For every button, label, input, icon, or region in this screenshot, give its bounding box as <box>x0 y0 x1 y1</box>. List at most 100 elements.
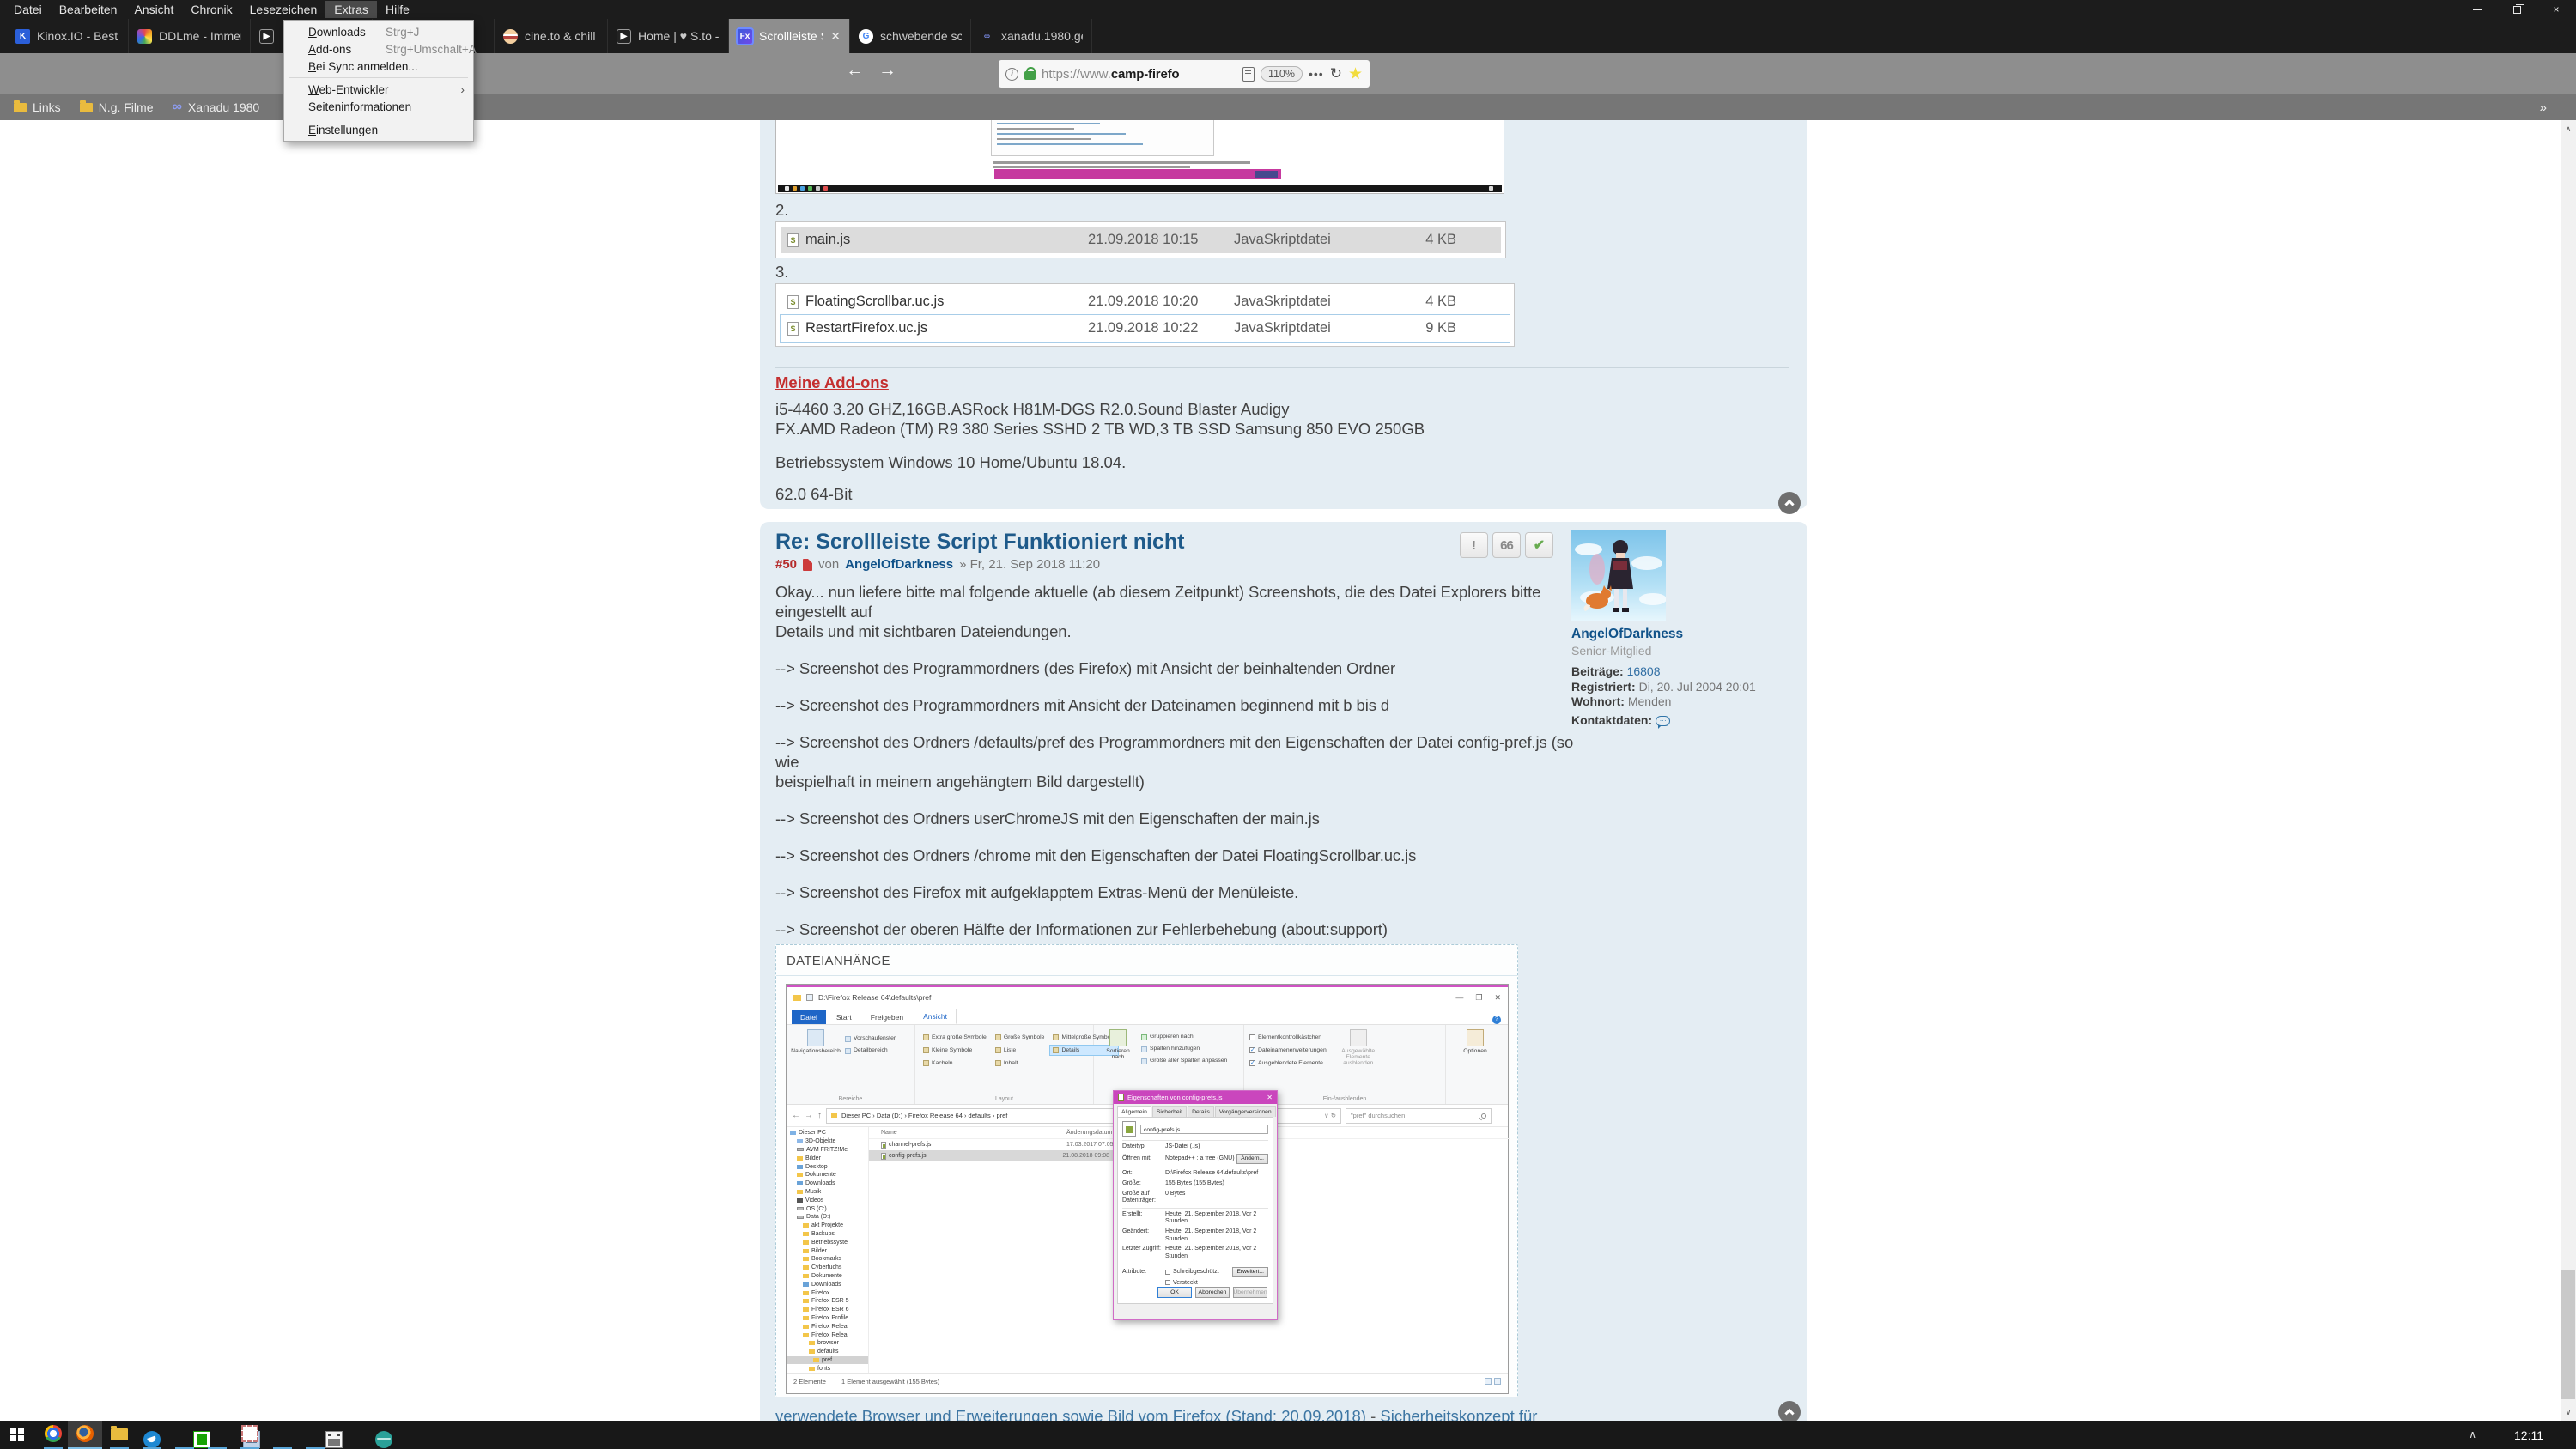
file-listing-image-scripts[interactable]: SFloatingScrollbar.uc.js 21.09.2018 10:2… <box>775 283 1515 347</box>
menu-ansicht[interactable]: Ansicht <box>125 1 182 18</box>
accept-post-button[interactable]: ✔ <box>1525 532 1553 558</box>
menu-datei[interactable]: Datei <box>5 1 51 18</box>
url-bar[interactable]: i https://www.camp-firefo 110% ••• ↻ ★ <box>999 60 1370 88</box>
view-toggle-icons[interactable] <box>1485 1378 1501 1385</box>
bookmarks-overflow-icon[interactable]: » <box>2540 100 2547 115</box>
stamp-app-taskbar-icon[interactable] <box>241 1425 258 1442</box>
restore-button[interactable] <box>2497 0 2537 19</box>
tab-kinox[interactable]: K Kinox.IO - Best O <box>7 19 129 53</box>
ok-button[interactable]: OK <box>1157 1287 1192 1298</box>
scrollbar-thumb[interactable] <box>2561 1270 2575 1399</box>
scroll-to-top-button[interactable] <box>1778 1401 1801 1421</box>
hidden-checkbox[interactable] <box>1165 1280 1170 1285</box>
checkbox-hidden-items[interactable]: ✓Ausgeblendete Elemente <box>1249 1058 1327 1068</box>
message-bubble-icon[interactable]: ··· <box>1656 716 1670 726</box>
page-scrollbar[interactable]: ∧ ∨ <box>2561 120 2576 1421</box>
report-post-button[interactable]: ! <box>1460 532 1488 558</box>
readonly-checkbox[interactable] <box>1165 1270 1170 1275</box>
avatar[interactable] <box>1571 530 1666 621</box>
reload-icon[interactable]: ↻ <box>1330 65 1342 82</box>
bookmark-ng-filme-folder[interactable]: N.g. Filme <box>80 100 154 114</box>
bookmark-xanadu[interactable]: ∞ Xanadu 1980 <box>172 100 259 115</box>
menu-lesezeichen[interactable]: Lesezeichen <box>241 1 326 18</box>
close-button[interactable]: × <box>2537 0 2576 19</box>
explorer-up-icon[interactable]: ↑ <box>817 1111 822 1120</box>
taskbar-clock[interactable]: 12:11 <box>2514 1428 2543 1442</box>
sort-by-button[interactable]: Sortieren nach <box>1099 1029 1137 1065</box>
menu-bearbeiten[interactable]: Bearbeiten <box>51 1 126 18</box>
scroll-to-top-button[interactable] <box>1778 492 1801 514</box>
dialog-tab-sicherheit[interactable]: Sicherheit <box>1152 1106 1187 1117</box>
reader-mode-icon[interactable] <box>1242 67 1255 82</box>
layout-option[interactable]: Große Symbole <box>993 1033 1048 1042</box>
ribbon-tab-datei[interactable]: Datei <box>792 1010 826 1024</box>
ribbon-tab-ansicht[interactable]: Ansicht <box>914 1009 957 1024</box>
libreoffice-taskbar-icon[interactable] <box>193 1431 210 1448</box>
dialog-filename-input[interactable]: config-prefs.js <box>1140 1125 1268 1134</box>
layout-option[interactable]: Liste <box>993 1046 1048 1055</box>
apply-button[interactable]: Übernehmen <box>1233 1287 1267 1298</box>
attachment-explorer-screenshot[interactable]: D:\Firefox Release 64\defaults\pref —❐✕ … <box>786 984 1509 1394</box>
menu-item-downloads[interactable]: Downloads Strg+J <box>284 23 473 40</box>
page-info-icon[interactable]: i <box>1005 68 1018 81</box>
quote-post-button[interactable]: 66 <box>1492 532 1521 558</box>
tab-cineto[interactable]: cine.to & chill <box>495 19 608 53</box>
tab-xanadu[interactable]: ∞ xanadu.1980.ge <box>971 19 1092 53</box>
photos-taskbar-icon[interactable] <box>325 1431 343 1448</box>
change-app-button[interactable]: Ändern... <box>1236 1154 1268 1165</box>
layout-option[interactable]: Kleine Symbole <box>920 1046 989 1055</box>
tab-schwebende[interactable]: G schwebende scr <box>850 19 971 53</box>
menu-item-addons[interactable]: Add-ons Strg+Umschalt+A <box>284 40 473 58</box>
tab-sto-home[interactable]: ▶ Home | ♥ S.to - <box>608 19 729 53</box>
menu-hilfe[interactable]: Hilfe <box>377 1 418 18</box>
menu-item-settings[interactable]: Einstellungen <box>284 121 473 138</box>
layout-option[interactable]: Kacheln <box>920 1058 989 1068</box>
menu-item-pageinfo[interactable]: Seiteninformationen <box>284 98 473 115</box>
attachment-image-screenshot[interactable] <box>775 120 1504 194</box>
explorer-nav-tree[interactable]: Dieser PC 3D-Objekte AVM FRITZ!Me Bilder… <box>787 1127 869 1373</box>
ribbon-tab-start[interactable]: Start <box>828 1010 860 1024</box>
chrome-taskbar-icon[interactable] <box>45 1425 62 1442</box>
group-by-button[interactable]: Gruppieren nach <box>1141 1033 1227 1041</box>
file-listing-image-mainjs[interactable]: Smain.js 21.09.2018 10:15 JavaSkriptdate… <box>775 221 1506 258</box>
explorer-help-icon[interactable]: ? <box>1492 1016 1501 1024</box>
minimize-button[interactable] <box>2458 0 2497 19</box>
profile-username-link[interactable]: AngelOfDarkness <box>1571 627 1799 642</box>
menu-extras[interactable]: Extras <box>325 1 377 18</box>
layout-option[interactable]: Inhalt <box>993 1058 1048 1068</box>
dialog-title-bar[interactable]: Eigenschaften von config-prefs.js ✕ <box>1114 1091 1277 1104</box>
scrollbar-down-icon[interactable]: ∨ <box>2561 1405 2576 1419</box>
tab-scrollleiste-active[interactable]: Fx Scrollleiste S ✕ <box>729 19 850 53</box>
refresh-icon[interactable]: ∨ ↻ <box>1324 1112 1336 1119</box>
menu-chronik[interactable]: Chronik <box>182 1 240 18</box>
dialog-tab-allgemein[interactable]: Allgemein <box>1117 1106 1151 1117</box>
start-button-icon[interactable] <box>10 1428 24 1441</box>
scrollbar-up-icon[interactable]: ∧ <box>2561 122 2576 136</box>
zoom-level-badge[interactable]: 110% <box>1261 66 1303 82</box>
add-columns-button[interactable]: Spalten hinzufügen <box>1141 1045 1227 1053</box>
ribbon-tab-freigeben[interactable]: Freigeben <box>862 1010 912 1024</box>
posts-count-link[interactable]: 16808 <box>1627 664 1661 678</box>
bookmark-links-folder[interactable]: Links <box>14 100 61 114</box>
tray-chevron-icon[interactable]: ∧ <box>2469 1428 2476 1440</box>
preview-pane-button[interactable]: Vorschaufenster <box>845 1034 896 1043</box>
explorer-search-input[interactable]: "pref" durchsuchen <box>1346 1108 1492 1124</box>
dialog-close-icon[interactable]: ✕ <box>1267 1094 1273 1101</box>
checkbox-file-extensions[interactable]: ✓Dateinamenerweiterungen <box>1249 1046 1327 1055</box>
back-icon[interactable]: ← <box>846 60 864 81</box>
dialog-tab-details[interactable]: Details <box>1188 1106 1214 1117</box>
checkbox-item-checkboxes[interactable]: Elementkontrollkästchen <box>1249 1033 1327 1042</box>
tree-item-pref-selected[interactable]: pref <box>787 1356 868 1365</box>
thunderbird-taskbar-icon[interactable] <box>143 1431 161 1448</box>
explorer-forward-icon[interactable]: → <box>805 1111 813 1120</box>
forward-icon[interactable]: → <box>878 60 896 81</box>
tab-close-icon[interactable]: ✕ <box>830 29 841 44</box>
hide-selected-button[interactable]: Ausgewählte Elemente ausblenden <box>1332 1029 1385 1068</box>
author-link[interactable]: AngelOfDarkness <box>845 556 953 573</box>
page-actions-icon[interactable]: ••• <box>1309 67 1324 81</box>
advanced-button[interactable]: Erweitert... <box>1232 1267 1268 1278</box>
menu-item-webdev[interactable]: Web-Entwickler › <box>284 81 473 98</box>
layout-option[interactable]: Extra große Symbole <box>920 1033 989 1042</box>
secure-lock-icon[interactable] <box>1024 71 1036 80</box>
menu-item-sync[interactable]: Bei Sync anmelden... <box>284 58 473 75</box>
